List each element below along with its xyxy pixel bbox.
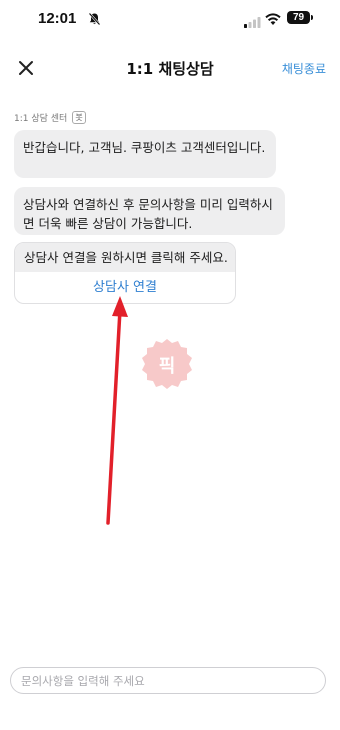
wifi-icon bbox=[265, 11, 281, 30]
end-chat-button[interactable]: 채팅종료 bbox=[282, 60, 326, 77]
agent-connect-prompt: 상담사 연결을 원하시면 클릭해 주세요. bbox=[15, 243, 235, 272]
message-input[interactable] bbox=[10, 667, 326, 694]
bot-badge: 봇 bbox=[72, 110, 86, 124]
status-bar: 12:01 79 bbox=[0, 0, 340, 36]
sender-name: 1:1 상담 센터 bbox=[14, 113, 68, 124]
battery-cap bbox=[311, 15, 313, 20]
signal-icon bbox=[244, 13, 261, 32]
agent-connect-card: 상담사 연결을 원하시면 클릭해 주세요. 상담사 연결 bbox=[14, 242, 236, 304]
watermark-text: 픽 bbox=[158, 356, 176, 377]
battery-icon: 79 bbox=[287, 11, 310, 24]
bell-slash-icon bbox=[88, 11, 101, 30]
app-header: 1:1 채팅상담 채팅종료 bbox=[0, 36, 340, 100]
status-time: 12:01 bbox=[38, 10, 77, 27]
connect-agent-button[interactable]: 상담사 연결 bbox=[15, 272, 235, 303]
chat-message: 반갑습니다, 고객님. 쿠팡이츠 고객센터입니다. bbox=[14, 130, 276, 178]
chat-message: 상담사와 연결하신 후 문의사항을 미리 입력하시면 더욱 빠른 상담이 가능합… bbox=[14, 187, 285, 235]
sender-row: 1:1 상담 센터 봇 bbox=[14, 110, 86, 124]
